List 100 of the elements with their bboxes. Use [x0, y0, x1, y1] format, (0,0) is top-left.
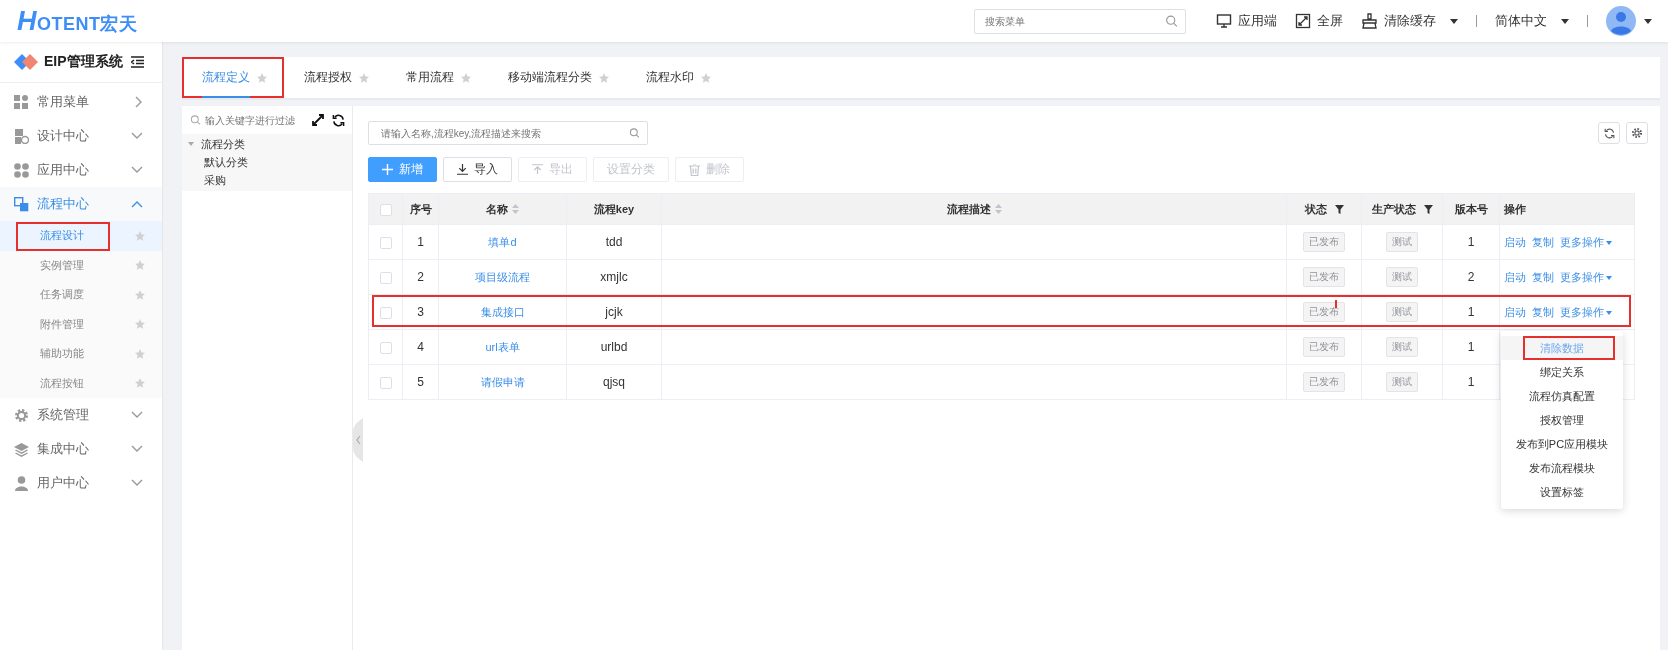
filter-icon[interactable]	[1334, 204, 1344, 214]
header-action[interactable]: 全屏	[1295, 12, 1343, 30]
checkbox[interactable]	[379, 306, 392, 319]
tab[interactable]: 移动端流程分类	[488, 57, 626, 100]
star-icon[interactable]	[256, 71, 268, 84]
menu-option[interactable]: 发布到PC应用模块	[1501, 432, 1623, 456]
action-link[interactable]: 更多操作	[1560, 235, 1612, 248]
filter-icon[interactable]	[1423, 204, 1433, 214]
avatar-icon	[1606, 6, 1636, 36]
menu-option[interactable]: 设置标签	[1501, 480, 1623, 504]
checkbox[interactable]	[379, 341, 392, 354]
star-icon[interactable]	[134, 288, 146, 301]
submenu-item[interactable]: 任务调度	[0, 280, 162, 310]
apps-icon	[14, 162, 29, 178]
menu-item[interactable]: 常用菜单	[0, 85, 162, 119]
action-link[interactable]: 更多操作	[1560, 305, 1612, 318]
star-icon[interactable]	[134, 347, 146, 360]
tab[interactable]: 流程授权	[284, 57, 386, 100]
sort-icon[interactable]	[994, 204, 1002, 214]
user-menu[interactable]	[1606, 6, 1652, 36]
menu-option[interactable]: 授权管理	[1501, 408, 1623, 432]
name-link[interactable]: 填单d	[488, 235, 517, 248]
tab[interactable]: 常用流程	[386, 57, 488, 100]
language-switch[interactable]: 简体中文	[1495, 12, 1569, 30]
plus-icon	[382, 164, 393, 175]
tree-node[interactable]: 流程分类	[182, 135, 352, 153]
diamond-logo-icon	[14, 54, 38, 70]
chevron-right-icon	[135, 96, 143, 108]
name-link[interactable]: url表单	[485, 340, 520, 353]
menu-item[interactable]: 应用中心	[0, 153, 162, 187]
header-action[interactable]: 清除缓存	[1361, 12, 1458, 30]
submenu-item[interactable]: 流程按钮	[0, 368, 162, 398]
menu-option[interactable]: 发布流程模块	[1501, 456, 1623, 480]
menu-option[interactable]: 绑定关系	[1501, 360, 1623, 384]
action-link[interactable]: 复制	[1532, 305, 1554, 318]
settings-icon	[1631, 127, 1643, 139]
checkbox[interactable]	[379, 236, 392, 249]
submenu-item[interactable]: 附件管理	[0, 309, 162, 339]
star-icon[interactable]	[358, 71, 370, 84]
caret-icon	[1644, 18, 1652, 24]
search-icon	[629, 127, 640, 139]
name-link[interactable]: 项目级流程	[475, 270, 530, 283]
tab[interactable]: 流程定义	[182, 57, 284, 100]
tree-node[interactable]: 采购	[182, 171, 352, 189]
search-field[interactable]: 搜索菜单	[974, 8, 1186, 34]
refresh-button[interactable]	[1598, 122, 1620, 144]
name-link[interactable]: 集成接口	[480, 305, 525, 318]
expand-icon[interactable]	[312, 114, 324, 126]
column-header: 名称	[486, 201, 508, 217]
header-action[interactable]: 应用端	[1216, 12, 1277, 30]
search-field[interactable]: 请输入名称,流程key,流程描述来搜索	[368, 121, 648, 145]
star-icon[interactable]	[134, 259, 146, 272]
star-icon[interactable]	[700, 71, 712, 84]
status-tag: 测试	[1386, 302, 1418, 322]
settings-button[interactable]	[1626, 122, 1648, 144]
menu-item[interactable]: 设计中心	[0, 119, 162, 153]
filter-field[interactable]: 输入关键字进行过滤	[190, 110, 304, 131]
submenu-item[interactable]: 实例管理	[0, 250, 162, 280]
star-icon[interactable]	[134, 377, 146, 390]
tab[interactable]: 流程水印	[626, 57, 728, 100]
star-icon[interactable]	[134, 229, 146, 242]
action-link[interactable]: 复制	[1532, 270, 1554, 283]
document-icon	[14, 128, 29, 144]
menu-item[interactable]: 用户中心	[0, 466, 162, 500]
table-cell: 1	[1467, 235, 1475, 249]
action-link[interactable]: 复制	[1532, 235, 1554, 248]
menu-icon[interactable]	[131, 56, 144, 68]
collapse-handle[interactable]	[353, 418, 363, 462]
menu-item[interactable]: 集成中心	[0, 432, 162, 466]
layers-icon	[14, 441, 29, 457]
checkbox[interactable]	[379, 203, 392, 216]
upload-icon	[532, 164, 543, 175]
submenu-item[interactable]: 流程设计	[0, 221, 162, 251]
menu-item[interactable]: 流程中心	[0, 187, 162, 221]
status-tag: 测试	[1386, 267, 1418, 287]
table-cell: urlbd	[600, 340, 628, 354]
chevron-down-icon	[131, 445, 143, 453]
action-link[interactable]: 启动	[1504, 235, 1526, 248]
menu-item[interactable]: 系统管理	[0, 398, 162, 432]
sort-icon[interactable]	[512, 204, 519, 214]
refresh-icon[interactable]	[332, 113, 345, 127]
action-link[interactable]: 启动	[1504, 305, 1526, 318]
action-link[interactable]: 启动	[1504, 270, 1526, 283]
submenu-item[interactable]: 辅助功能	[0, 339, 162, 369]
caret-icon	[1606, 310, 1612, 315]
menu-option[interactable]: 流程仿真配置	[1501, 384, 1623, 408]
star-icon[interactable]	[134, 318, 146, 331]
menu-option[interactable]: 清除数据	[1501, 336, 1623, 360]
table-cell: qjsq	[603, 375, 625, 389]
toolbar-button[interactable]: 导入	[443, 157, 512, 182]
toolbar-button[interactable]: 新增	[368, 157, 437, 182]
tree-node[interactable]: 默认分类	[182, 153, 352, 171]
star-icon[interactable]	[598, 71, 610, 84]
status-tag: 已发布	[1303, 372, 1345, 392]
checkbox[interactable]	[379, 271, 392, 284]
name-link[interactable]: 请假申请	[480, 375, 525, 388]
star-icon[interactable]	[460, 71, 472, 84]
action-link[interactable]: 更多操作	[1560, 270, 1612, 283]
checkbox[interactable]	[379, 376, 392, 389]
caret-icon	[1606, 240, 1612, 245]
